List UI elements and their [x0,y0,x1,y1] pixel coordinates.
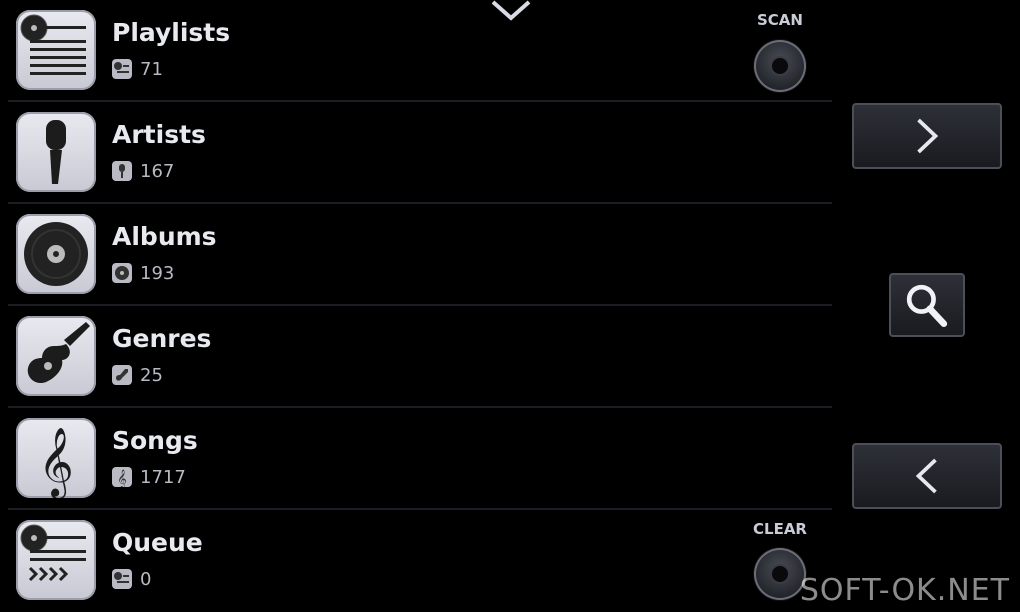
queue-mini-icon [112,569,132,589]
row-count: 25 [112,364,163,386]
row-count: 𝄞 1717 [112,466,186,488]
treble-clef-mini-icon: 𝄞 [112,467,132,487]
disc-icon [16,214,96,294]
disc-mini-icon [112,263,132,283]
clear-label: CLEAR [753,520,807,538]
row-title: Playlists [112,18,231,47]
count-value: 193 [140,262,175,284]
row-title: Albums [112,222,217,251]
list-item-genres[interactable]: Genres 25 [8,306,832,408]
row-count: 167 [112,160,174,182]
guitar-mini-icon [112,365,132,385]
row-count: 0 [112,568,151,590]
svg-text:𝄞: 𝄞 [117,469,126,487]
row-title: Queue [112,528,203,557]
list-item-songs[interactable]: 𝄞 Songs 𝄞 1717 [8,408,832,510]
guitar-icon [16,316,96,396]
watermark-text: SOFT-OK.NET [799,573,1010,608]
row-title: Songs [112,426,198,455]
forward-button[interactable] [852,103,1002,169]
treble-clef-icon: 𝄞 [16,418,96,498]
svg-text:𝄞: 𝄞 [38,427,73,498]
row-count: 193 [112,262,174,284]
microphone-mini-icon [112,161,132,181]
clear-button[interactable] [754,548,806,600]
search-button[interactable] [889,273,965,337]
chevron-left-icon [915,458,937,494]
count-value: 25 [140,364,163,386]
chevron-right-icon [917,118,939,154]
list-item-albums[interactable]: Albums 193 [8,204,832,306]
back-button[interactable] [852,443,1002,509]
scan-button[interactable] [754,40,806,92]
list-item-artists[interactable]: Artists 167 [8,102,832,204]
row-count: 71 [112,58,163,80]
search-icon [906,284,948,328]
microphone-icon [16,112,96,192]
count-value: 71 [140,58,163,80]
playlist-mini-icon [112,59,132,79]
list-item-queue[interactable]: Queue 0 [8,510,832,610]
queue-icon [16,520,96,600]
row-title: Genres [112,324,212,353]
count-value: 167 [140,160,175,182]
count-value: 1717 [140,466,186,488]
row-title: Artists [112,120,206,149]
scan-label: SCAN [757,11,803,29]
list-item-playlists[interactable]: Playlists 71 [8,0,832,102]
playlist-icon [16,10,96,90]
count-value: 0 [140,568,152,590]
library-list: Playlists 71 Artists 167 Albums 193 Genr… [8,0,832,612]
